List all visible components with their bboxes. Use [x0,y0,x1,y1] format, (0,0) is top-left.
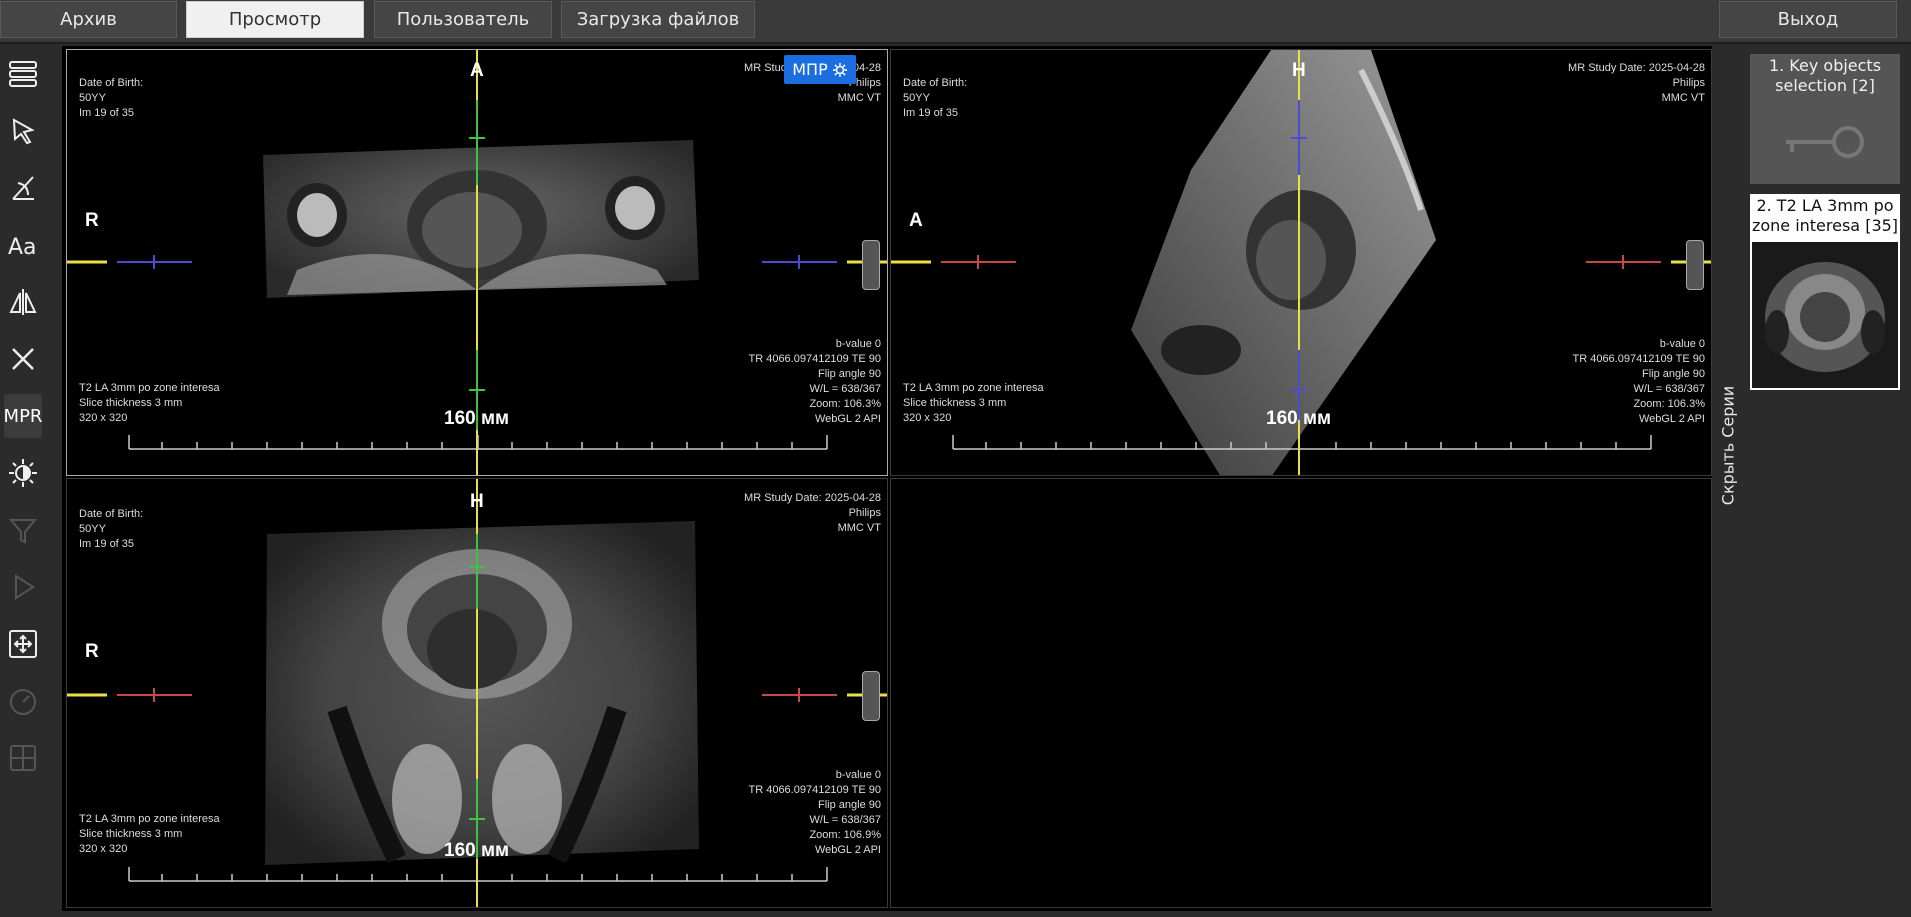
orientation-left: R [85,641,99,662]
measure-tool[interactable] [4,166,42,210]
layout-tool[interactable] [4,52,42,96]
pointer-tool[interactable] [4,109,42,153]
top-bar: Архив Просмотр Пользователь Загрузка фай… [0,0,1911,44]
acquisition-info: b-value 0 TR 4066.097412109 TE 90 Flip ang… [1572,338,1705,425]
series-title: 2. T2 LA 3mm po zone interesa [35] [1751,196,1899,235]
series-panel: 1. Key objects selection [2] 2. T2 LA 3m… [1742,46,1911,917]
orientation-top: H [1292,60,1306,81]
window-level-tool[interactable] [4,451,42,495]
study-info: MR Study Date: 2025-04-28PhilipsMMC VT [744,492,881,534]
series-info: T2 LA 3mm po zone interesa Slice thicknes… [79,382,220,424]
gear-icon [832,62,847,77]
study-info: MR Study Date: 2025-04-28PhilipsMMC VT [1568,62,1705,104]
orientation-top: A [470,60,484,81]
flip-tool[interactable] [4,280,42,324]
tab-file-upload[interactable]: Загрузка файлов [561,1,755,38]
mpr-tool[interactable]: MPR [4,394,42,438]
mpr-badge-label: МПР [792,60,828,79]
patient-info: Date of Birth: 50YY Im 19 of 35 [79,77,144,119]
slice-handle[interactable] [1686,240,1704,290]
scale-label: 160 мм [1266,408,1332,429]
gauge-icon [10,689,36,715]
scale-label: 160 мм [444,840,510,861]
play-icon [15,574,35,600]
tool-sidebar: Aa MPR [0,46,46,917]
layout-icon [9,61,37,87]
filter-tool[interactable] [4,508,42,552]
series-info: T2 LA 3mm po zone interesa Slice thicknes… [903,382,1044,424]
cursor-arrow-icon [12,118,35,145]
tab-user[interactable]: Пользователь [374,1,552,38]
orientation-left: R [85,210,99,231]
exit-button[interactable]: Выход [1719,1,1897,38]
acquisition-info: b-value 0 TR 4066.097412109 TE 90 Flip ang… [748,338,881,425]
hide-series-label: Скрыть Серии [1718,385,1738,506]
flip-icon [9,289,37,315]
fit-screen-tool[interactable] [4,622,42,666]
grid-icon [10,745,36,771]
series-title: 1. Key objects selection [2] [1768,56,1882,95]
viewport-empty[interactable] [890,478,1712,908]
filter-icon [8,519,38,544]
series-item-key-objects[interactable]: 1. Key objects selection [2] [1750,54,1900,184]
close-icon [12,348,34,370]
key-icon [1786,126,1864,158]
series-info: T2 LA 3mm po zone interesa Slice thicknes… [79,813,220,855]
close-tool[interactable] [4,337,42,381]
brightness-icon [9,459,37,487]
patient-info: Date of Birth: 50YY Im 19 of 35 [79,508,144,550]
svg-text:Aa: Aa [8,235,37,260]
hide-series-button[interactable]: Скрыть Серии [1712,46,1742,911]
viewport-axial[interactable]: Date of Birth:50YYIm 19 of 35 MR Study D… [66,49,888,476]
text-aa-icon: Aa [8,235,37,260]
play-tool[interactable] [4,565,42,609]
slice-handle[interactable] [862,240,880,290]
viewer-area: Date of Birth:50YYIm 19 of 35 MR Study D… [62,46,1712,911]
speed-tool[interactable] [4,679,42,723]
scale-label: 160 мм [444,408,510,429]
ruler-angle-icon [12,176,34,200]
acquisition-info: b-value 0 TR 4066.097412109 TE 90 Flip ang… [748,769,881,856]
slice-handle[interactable] [862,671,880,721]
patient-info: Date of Birth: 50YY Im 19 of 35 [903,77,968,119]
mpr-badge[interactable]: МПР [784,55,856,84]
viewport-coronal[interactable]: Date of Birth: 50YY Im 19 of 35 MR Study D… [66,478,888,908]
orientation-top: H [470,491,484,512]
viewport-sagittal[interactable]: Date of Birth: 50YY Im 19 of 35 MR Study D… [890,49,1712,476]
grid-tool[interactable] [4,736,42,780]
fit-screen-icon [9,630,37,658]
tab-view[interactable]: Просмотр [186,1,364,38]
orientation-left: A [909,210,923,231]
series-item-t2[interactable]: 2. T2 LA 3mm po zone interesa [35] [1750,194,1900,390]
tab-archive[interactable]: Архив [0,1,177,38]
text-annotation-tool[interactable]: Aa [4,223,42,267]
series-thumbnail [1752,242,1898,388]
thumbnail-image [1752,242,1898,388]
